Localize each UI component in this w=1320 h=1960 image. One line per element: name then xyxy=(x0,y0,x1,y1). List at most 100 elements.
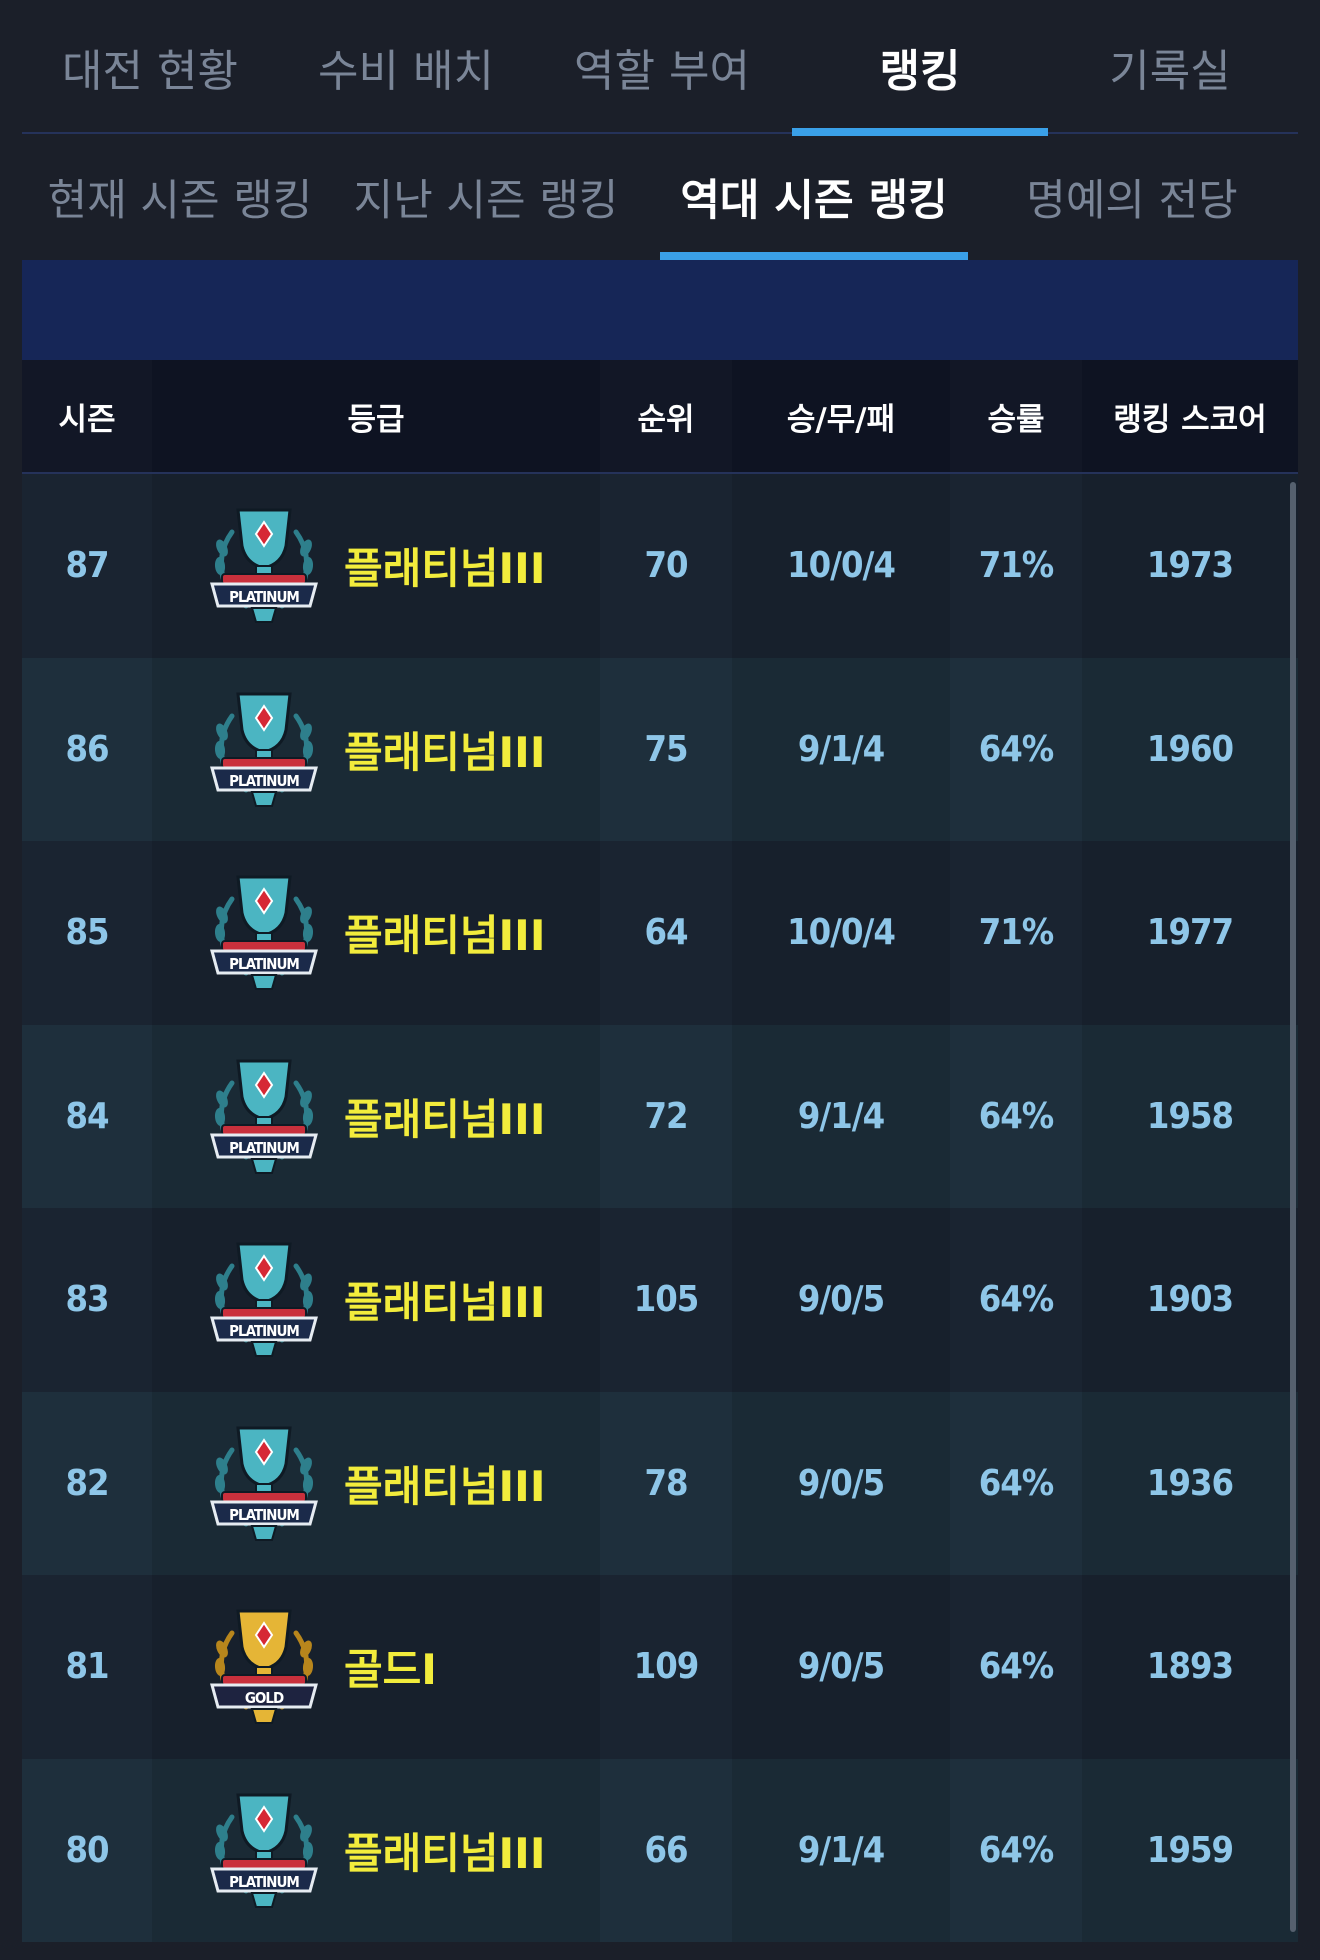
platinum-emblem-icon: PLATINUM xyxy=(210,508,318,623)
ranking-page: 대전 현황 수비 배치 역할 부여 랭킹 기록실 현재 시즌 랭킹 지난 시즌 … xyxy=(0,0,1320,1960)
wdl-cell: 9/0/5 xyxy=(732,1208,950,1392)
subtab-label: 지난 시즌 랭킹 xyxy=(353,176,619,226)
rank-cell: 109 xyxy=(633,1646,700,1688)
season-cell: 81 xyxy=(65,1646,109,1688)
season-cell: 84 xyxy=(65,1095,109,1137)
score-cell: 1977 xyxy=(1082,841,1298,1025)
header-wdl: 승/무/패 xyxy=(732,360,950,472)
svg-text:PLATINUM: PLATINUM xyxy=(229,1873,299,1891)
tab-defense-deploy[interactable]: 수비 배치 xyxy=(278,0,534,134)
sub-tab-bar: 현재 시즌 랭킹 지난 시즌 랭킹 역대 시즌 랭킹 명예의 전당 xyxy=(22,134,1298,260)
platinum-emblem-icon: PLATINUM xyxy=(210,1059,318,1174)
svg-text:PLATINUM: PLATINUM xyxy=(229,955,299,973)
svg-text:PLATINUM: PLATINUM xyxy=(229,1506,299,1524)
table-row[interactable]: 80 PLATINUM 플래티넘III 66 9/1/4 64% 1959 xyxy=(22,1758,1298,1942)
season-cell: 82 xyxy=(65,1462,109,1504)
winrate-cell: 71% xyxy=(978,545,1055,587)
table-row[interactable]: 87 PLATINUM 플래티넘III 70 10/0/4 71% 1973 xyxy=(22,474,1298,658)
subtab-label: 역대 시즌 랭킹 xyxy=(680,176,948,226)
tab-label: 기록실 xyxy=(1109,46,1231,97)
season-cell: 83 xyxy=(65,1279,109,1321)
season-cell: 85 xyxy=(65,912,109,954)
rank-cell: 72 xyxy=(644,1095,688,1137)
platinum-emblem-icon: PLATINUM xyxy=(210,875,318,990)
score-cell: 1973 xyxy=(1082,474,1298,658)
table-banner xyxy=(22,260,1298,360)
grade-name: 플래티넘III xyxy=(344,911,546,961)
tab-records[interactable]: 기록실 xyxy=(1042,0,1298,134)
scrollbar[interactable] xyxy=(1290,482,1296,1932)
header-grade: 등급 xyxy=(152,360,600,472)
tab-label: 수비 배치 xyxy=(318,46,494,97)
table-row[interactable]: 84 PLATINUM 플래티넘III 72 9/1/4 64% 1958 xyxy=(22,1024,1298,1208)
score-cell: 1903 xyxy=(1082,1208,1298,1392)
score-cell: 1893 xyxy=(1082,1575,1298,1759)
subtab-current-season[interactable]: 현재 시즌 랭킹 xyxy=(46,134,314,260)
winrate-cell: 64% xyxy=(978,1829,1055,1871)
grade-cell: GOLD 골드I xyxy=(152,1575,600,1759)
wdl-cell: 10/0/4 xyxy=(732,474,950,658)
subtab-label: 명예의 전당 xyxy=(1026,176,1238,226)
platinum-emblem-icon: PLATINUM xyxy=(210,1242,318,1357)
score-cell: 1960 xyxy=(1082,657,1298,841)
platinum-emblem-icon: PLATINUM xyxy=(210,1426,318,1541)
winrate-cell: 64% xyxy=(978,1462,1055,1504)
header-season: 시즌 xyxy=(58,401,116,438)
grade-cell: PLATINUM 플래티넘III xyxy=(152,841,600,1025)
wdl-cell: 9/0/5 xyxy=(732,1575,950,1759)
winrate-cell: 71% xyxy=(978,912,1055,954)
table-header: 시즌 등급 순위 승/무/패 승률 랭킹 스코어 xyxy=(22,360,1298,474)
score-cell: 1936 xyxy=(1082,1391,1298,1575)
gold-emblem-icon: GOLD xyxy=(210,1609,318,1724)
rank-cell: 64 xyxy=(644,912,688,954)
grade-cell: PLATINUM 플래티넘III xyxy=(152,474,600,658)
top-tab-bar: 대전 현황 수비 배치 역할 부여 랭킹 기록실 xyxy=(22,0,1298,136)
tab-battle-status[interactable]: 대전 현황 xyxy=(22,0,278,134)
grade-cell: PLATINUM 플래티넘III xyxy=(152,1391,600,1575)
table-row[interactable]: 85 PLATINUM 플래티넘III 64 10/0/4 71% 1977 xyxy=(22,841,1298,1025)
winrate-cell: 64% xyxy=(978,1095,1055,1137)
grade-name: 플래티넘III xyxy=(344,1278,546,1328)
table-row[interactable]: 86 PLATINUM 플래티넘III 75 9/1/4 64% 1960 xyxy=(22,657,1298,841)
grade-name: 플래티넘III xyxy=(344,1094,546,1144)
score-cell: 1959 xyxy=(1082,1758,1298,1942)
grade-cell: PLATINUM 플래티넘III xyxy=(152,1208,600,1392)
tab-role-assign[interactable]: 역할 부여 xyxy=(534,0,790,134)
wdl-cell: 9/1/4 xyxy=(732,657,950,841)
season-cell: 86 xyxy=(65,728,109,770)
winrate-cell: 64% xyxy=(978,1279,1055,1321)
svg-text:PLATINUM: PLATINUM xyxy=(229,1322,299,1340)
platinum-emblem-icon: PLATINUM xyxy=(210,1793,318,1908)
grade-name: 플래티넘III xyxy=(344,544,546,594)
wdl-cell: 9/1/4 xyxy=(732,1758,950,1942)
subtab-all-seasons[interactable]: 역대 시즌 랭킹 xyxy=(660,134,968,260)
table-row[interactable]: 82 PLATINUM 플래티넘III 78 9/0/5 64% 1936 xyxy=(22,1391,1298,1575)
rank-cell: 75 xyxy=(644,728,688,770)
svg-text:PLATINUM: PLATINUM xyxy=(229,588,299,606)
grade-cell: PLATINUM 플래티넘III xyxy=(152,1024,600,1208)
subtab-hall-of-fame[interactable]: 명예의 전당 xyxy=(1012,134,1252,260)
header-score: 랭킹 스코어 xyxy=(1082,360,1298,472)
table-row[interactable]: 83 PLATINUM 플래티넘III 105 9/0/5 64% 1903 xyxy=(22,1208,1298,1392)
rank-cell: 66 xyxy=(644,1829,688,1871)
grade-name: 골드I xyxy=(344,1645,437,1695)
subtab-label: 현재 시즌 랭킹 xyxy=(47,176,313,226)
tab-label: 랭킹 xyxy=(879,46,961,97)
grade-cell: PLATINUM 플래티넘III xyxy=(152,1758,600,1942)
grade-name: 플래티넘III xyxy=(344,727,546,777)
season-cell: 87 xyxy=(65,545,109,587)
score-cell: 1958 xyxy=(1082,1024,1298,1208)
svg-text:PLATINUM: PLATINUM xyxy=(229,772,299,790)
rank-cell: 78 xyxy=(644,1462,688,1504)
rank-cell: 105 xyxy=(633,1279,700,1321)
active-subtab-indicator xyxy=(660,252,968,260)
table-row[interactable]: 81 GOLD 골드I 109 9/0/5 64% 1893 xyxy=(22,1575,1298,1759)
tab-ranking[interactable]: 랭킹 xyxy=(792,0,1048,136)
subtab-last-season[interactable]: 지난 시즌 랭킹 xyxy=(352,134,620,260)
season-cell: 80 xyxy=(65,1829,109,1871)
rank-cell: 70 xyxy=(644,545,688,587)
season-ranking-table: 시즌 등급 순위 승/무/패 승률 랭킹 스코어 87 PLATINUM 플래티… xyxy=(22,360,1298,1942)
svg-text:GOLD: GOLD xyxy=(245,1689,284,1707)
wdl-cell: 9/0/5 xyxy=(732,1391,950,1575)
tab-label: 역할 부여 xyxy=(574,46,750,97)
